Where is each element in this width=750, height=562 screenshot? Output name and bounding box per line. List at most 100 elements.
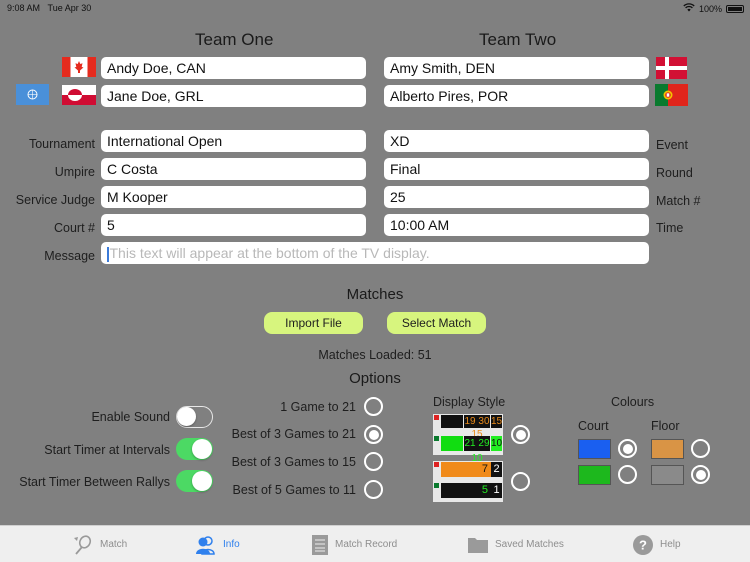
tab-match-record[interactable]: Match Record	[311, 526, 397, 562]
portugal-flag-icon	[655, 84, 688, 106]
court-number-input[interactable]: 5	[101, 214, 366, 236]
umpire-input[interactable]: C Costa	[101, 158, 366, 180]
preview-games-bottom: 1	[491, 483, 502, 498]
court-colour-green-swatch[interactable]	[578, 465, 611, 485]
preview-names-top	[441, 415, 463, 428]
options-title: Options	[349, 370, 401, 387]
canada-flag-icon	[62, 57, 96, 77]
floor-colour-label: Floor	[651, 419, 680, 433]
time-label: Time	[656, 221, 684, 235]
status-bar-time: 9:08 AM Tue Apr 30	[7, 3, 91, 13]
tab-info[interactable]: Info	[195, 526, 240, 562]
greenland-flag-icon	[62, 85, 96, 105]
floor-colour-orange-radio[interactable]	[691, 439, 710, 458]
team-two-title: Team Two	[479, 30, 557, 49]
status-time: 9:08 AM	[7, 3, 41, 13]
help-icon: ?	[633, 534, 653, 555]
event-input[interactable]: XD	[384, 130, 649, 152]
display-style-detailed-radio[interactable]	[511, 425, 530, 444]
round-label: Round	[656, 166, 693, 180]
display-style-title: Display Style	[433, 395, 506, 409]
tab-bar: Match Info Match Record Saved Matches ?	[0, 525, 750, 562]
timer-intervals-label: Start Timer at Intervals	[44, 443, 170, 457]
service-judge-label: Service Judge	[15, 193, 95, 207]
format-1-game-21-label: 1 Game to 21	[280, 400, 356, 414]
umpire-label: Umpire	[54, 165, 95, 179]
wifi-icon	[683, 3, 695, 15]
preview-flag-icon	[434, 483, 439, 488]
tournament-label: Tournament	[28, 137, 95, 151]
tournament-input[interactable]: International Open	[101, 130, 366, 152]
status-bar-right: 100%	[683, 3, 744, 15]
format-1-game-21-radio[interactable]	[364, 397, 383, 416]
preview-games-top: 2	[491, 462, 502, 477]
service-judge-input[interactable]: M Kooper	[101, 186, 366, 208]
match-number-label: Match #	[656, 194, 701, 208]
people-icon	[196, 535, 215, 555]
display-style-detailed-preview[interactable]: 19 30 15 15 21 29 10 10	[433, 414, 503, 464]
tab-match-label: Match	[100, 539, 128, 550]
canada-flag[interactable]	[62, 57, 96, 77]
battery-icon	[726, 5, 744, 13]
tab-match-record-label: Match Record	[335, 539, 398, 550]
match-number-input[interactable]: 25	[384, 186, 649, 208]
format-best-3-21-radio[interactable]	[364, 425, 383, 444]
court-colour-blue-radio[interactable]	[618, 439, 637, 458]
floor-colour-orange-swatch[interactable]	[651, 439, 684, 459]
team-one-player-2-input[interactable]: Jane Doe, GRL	[101, 85, 366, 107]
preview-flag-icon	[434, 415, 439, 420]
display-style-compact-preview[interactable]: 7 2 5 1	[433, 461, 503, 502]
tab-match[interactable]: Match	[72, 526, 127, 562]
preview-names-bottom	[441, 436, 463, 451]
court-colour-label: Court	[578, 419, 609, 433]
battery-percent: 100%	[698, 4, 722, 14]
tab-info-label: Info	[223, 539, 240, 550]
denmark-flag[interactable]	[656, 57, 687, 79]
svg-text:?: ?	[639, 537, 647, 552]
preview-scores-top: 19 30 15	[464, 415, 490, 440]
message-input[interactable]: This text will appear at the bottom of t…	[101, 242, 649, 264]
colours-title: Colours	[611, 395, 655, 409]
preview-games-bottom: 10	[491, 436, 503, 451]
team-two-player-1-input[interactable]: Amy Smith, DEN	[384, 57, 649, 79]
badminton-racket-icon	[74, 534, 92, 555]
portugal-flag[interactable]	[655, 84, 688, 106]
preview-scores-bottom: 21 29 10	[464, 436, 490, 464]
format-best-5-11-label: Best of 5 Games to 11	[232, 483, 356, 497]
preview-score-bottom: 5	[441, 483, 491, 498]
court-colour-green-radio[interactable]	[618, 465, 637, 484]
format-best-3-15-radio[interactable]	[364, 452, 383, 471]
floor-colour-grey-swatch[interactable]	[651, 465, 684, 485]
tab-help-label: Help	[660, 539, 681, 550]
display-style-compact-radio[interactable]	[511, 472, 530, 491]
denmark-flag-icon	[656, 57, 687, 79]
select-match-button[interactable]: Select Match	[387, 312, 486, 334]
preview-games-top: 15	[491, 415, 503, 428]
court-colour-blue-swatch[interactable]	[578, 439, 611, 459]
timer-rallys-label: Start Timer Between Rallys	[19, 475, 170, 489]
preview-score-top: 7	[441, 462, 491, 477]
team-one-player-1-input[interactable]: Andy Doe, CAN	[101, 57, 366, 79]
tab-saved-matches[interactable]: Saved Matches	[467, 526, 564, 562]
import-file-button[interactable]: Import File	[264, 312, 363, 334]
time-input[interactable]: 10:00 AM	[384, 214, 649, 236]
preview-flag-icon	[434, 462, 439, 467]
message-placeholder: This text will appear at the bottom of t…	[109, 245, 430, 261]
format-best-3-15-label: Best of 3 Games to 15	[231, 455, 356, 469]
tab-help[interactable]: ? Help	[632, 526, 681, 562]
round-input[interactable]: Final	[384, 158, 649, 180]
format-best-3-21-label: Best of 3 Games to 21	[231, 427, 356, 441]
text-cursor	[107, 246, 109, 262]
matches-loaded-text: Matches Loaded: 51	[318, 348, 432, 362]
team-two-player-2-input[interactable]: Alberto Pires, POR	[384, 85, 649, 107]
enable-sound-label: Enable Sound	[91, 410, 170, 424]
floor-colour-grey-radio[interactable]	[691, 465, 710, 484]
tab-saved-matches-label: Saved Matches	[495, 539, 564, 550]
court-number-label: Court #	[54, 221, 95, 235]
format-best-5-11-radio[interactable]	[364, 480, 383, 499]
status-date: Tue Apr 30	[47, 3, 92, 13]
greenland-flag[interactable]	[62, 85, 96, 105]
preview-flag-icon	[434, 436, 439, 441]
un-flag-button[interactable]	[16, 84, 49, 105]
folder-icon	[468, 537, 488, 553]
